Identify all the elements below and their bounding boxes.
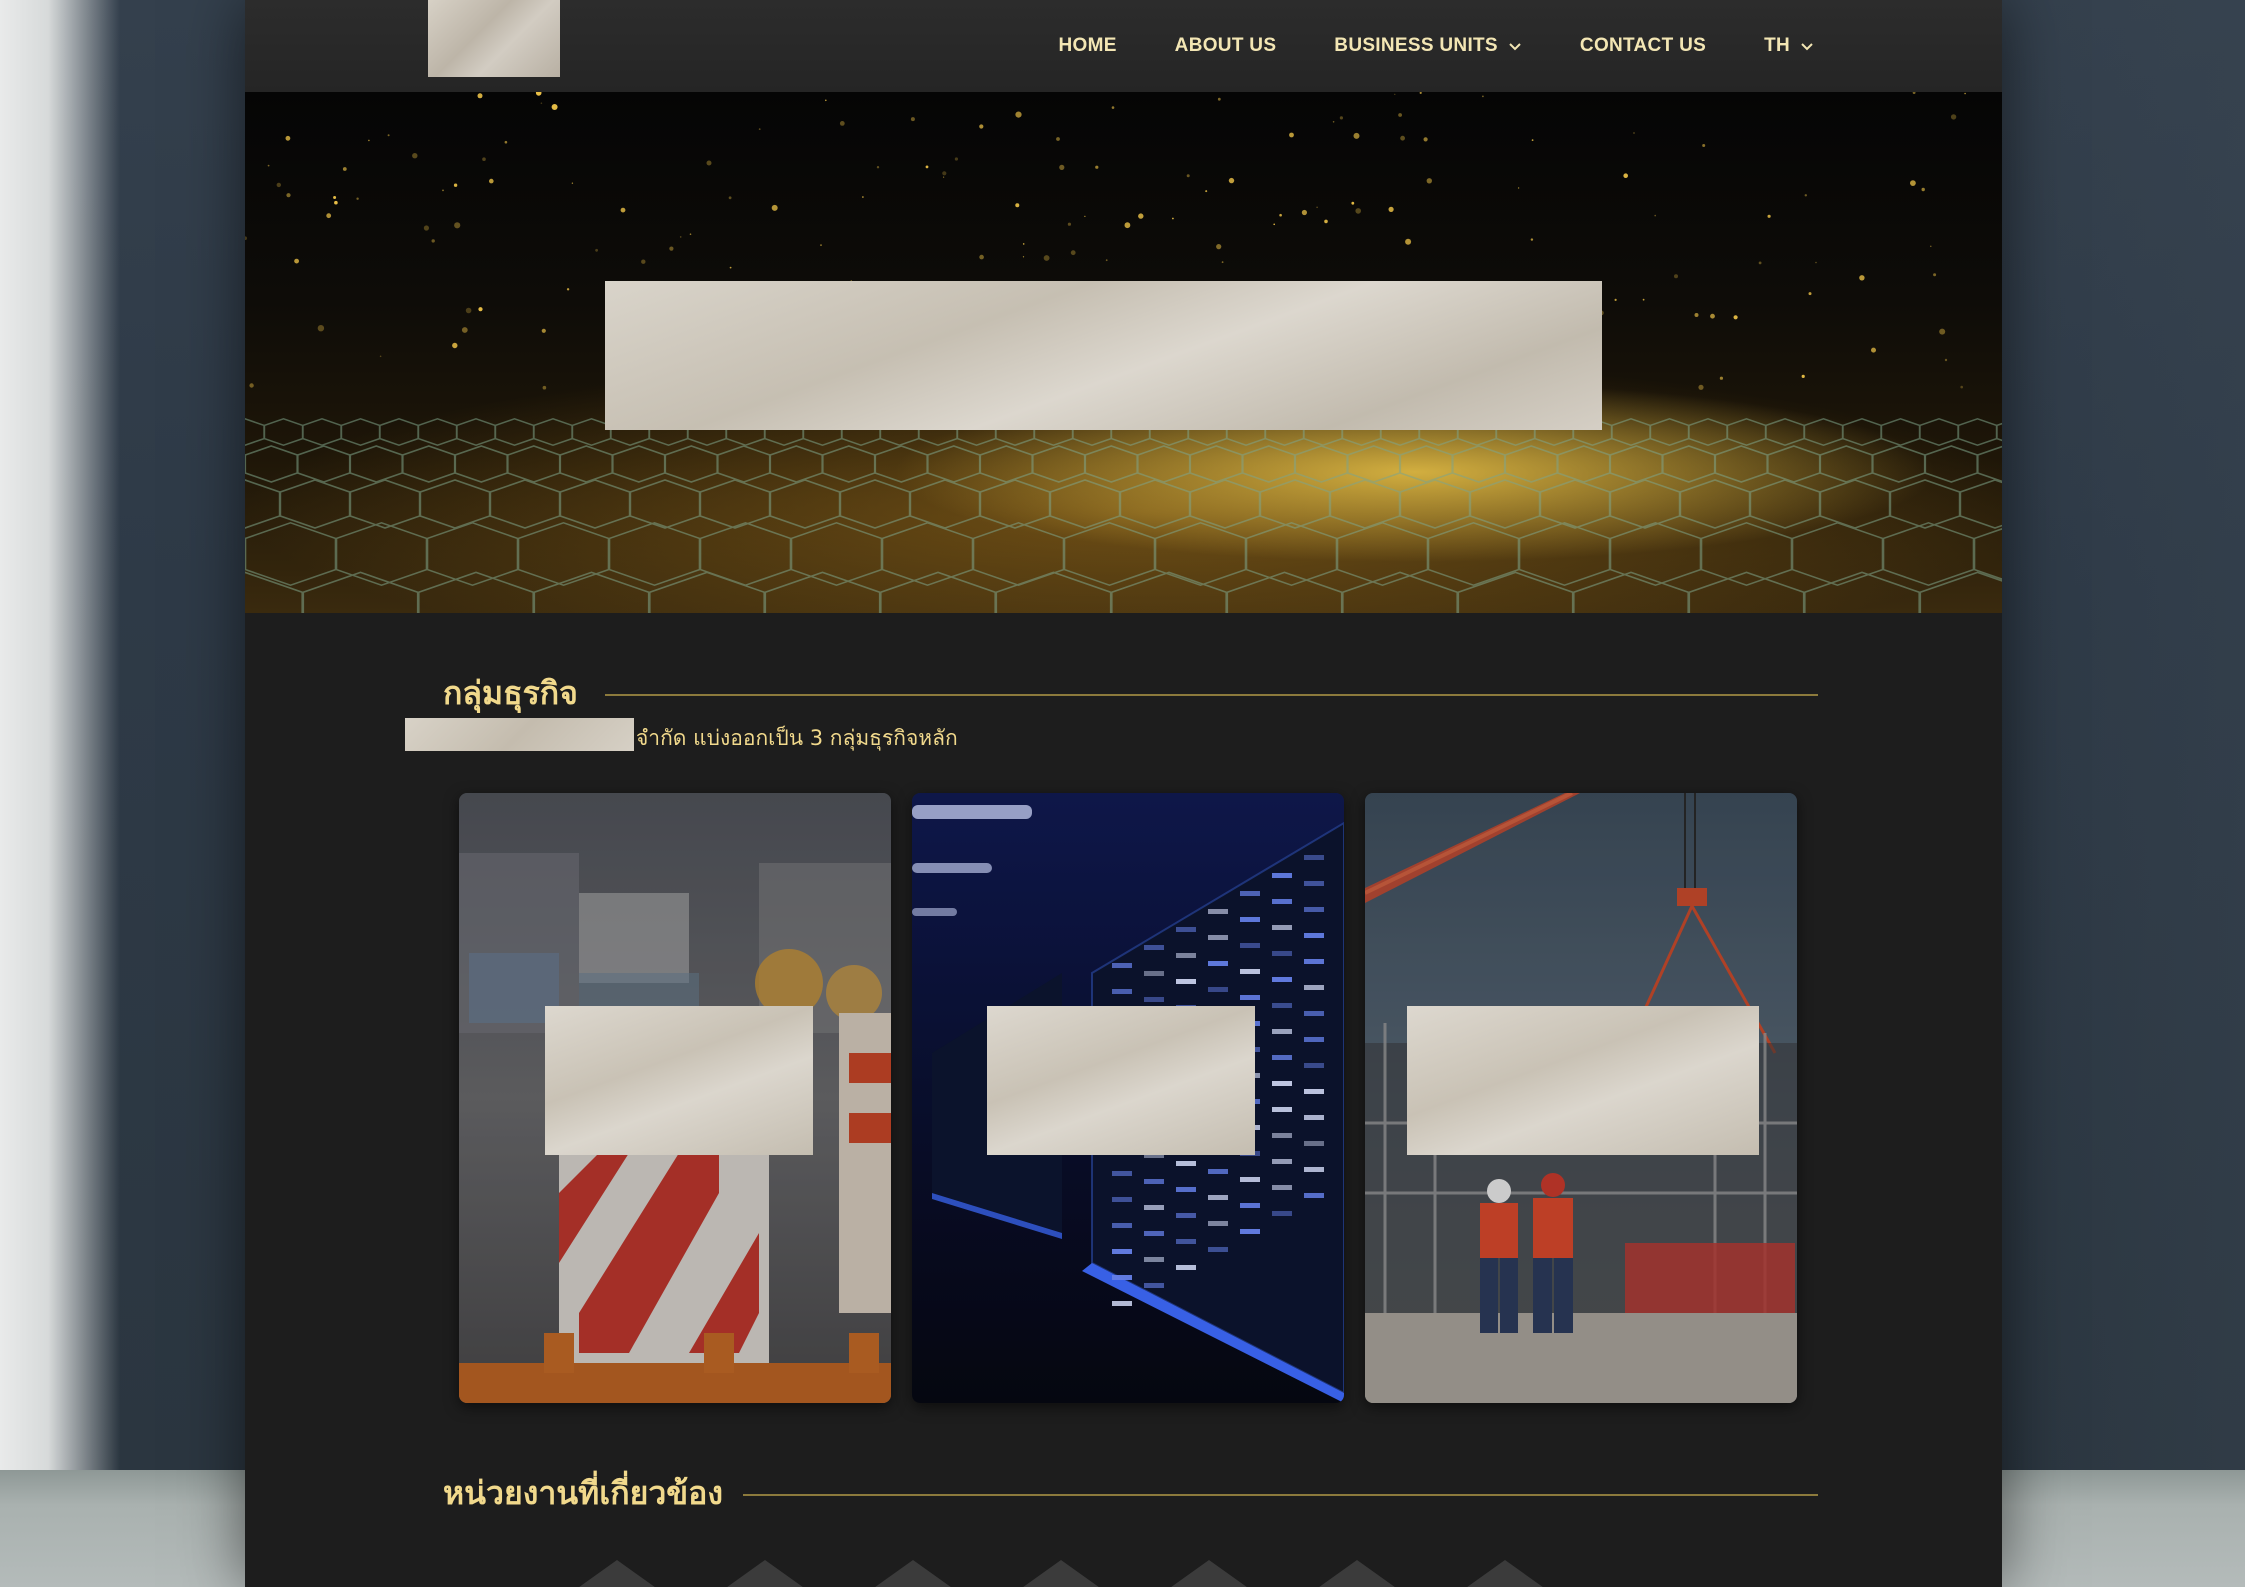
hero-title-redacted (605, 281, 1602, 430)
business-card-2-title-redacted (987, 1006, 1255, 1155)
web-page: HOME ABOUT US BUSINESS UNITS CONTACT US … (245, 0, 2002, 1587)
language-selector-label: TH (1764, 35, 1790, 56)
business-groups-intro: จำกัด แบ่งออกเป็น 3 กลุ่มธุรกิจหลัก (636, 726, 958, 750)
nav-home[interactable]: HOME (1058, 35, 1116, 57)
company-name-redacted (405, 718, 634, 751)
related-agencies-divider (743, 1494, 1818, 1496)
backdrop-right-edge (2000, 0, 2245, 1470)
partner-logo-placeholder (1463, 1560, 1547, 1587)
nav-menu: HOME ABOUT US BUSINESS UNITS CONTACT US … (1058, 0, 1814, 92)
nav-about-us[interactable]: ABOUT US (1175, 35, 1277, 57)
hero-banner (245, 92, 2002, 613)
nav-business-units-label: BUSINESS UNITS (1334, 35, 1498, 56)
language-selector[interactable]: TH (1764, 35, 1814, 57)
business-groups-heading: กลุ่มธุรกิจ (443, 674, 578, 712)
nav-contact-us-label: CONTACT US (1579, 35, 1707, 56)
related-agencies-heading: หน่วยงานที่เกี่ยวข้อง (443, 1474, 723, 1512)
business-card-2[interactable] (912, 793, 1344, 1403)
partner-logo-placeholder (1315, 1560, 1399, 1587)
top-navbar: HOME ABOUT US BUSINESS UNITS CONTACT US … (245, 0, 2002, 93)
partner-logo-placeholder (871, 1560, 955, 1587)
partner-logo-placeholder (1167, 1560, 1251, 1587)
partner-logos-row (575, 1560, 1575, 1587)
business-card-1[interactable] (459, 793, 891, 1403)
business-card-1-title-redacted (545, 1006, 813, 1155)
nav-about-us-label: ABOUT US (1174, 35, 1277, 56)
chevron-down-icon (1801, 43, 1813, 51)
business-groups-divider (605, 694, 1818, 696)
business-card-3[interactable] (1365, 793, 1797, 1403)
chevron-down-icon (1509, 43, 1521, 51)
backdrop-left-edge (0, 0, 120, 1587)
business-card-3-title-redacted (1407, 1006, 1759, 1155)
partner-logo-placeholder (723, 1560, 807, 1587)
nav-home-label: HOME (1058, 35, 1117, 56)
partner-logo-placeholder (575, 1560, 659, 1587)
nav-contact-us[interactable]: CONTACT US (1580, 35, 1706, 57)
site-logo[interactable] (428, 0, 560, 77)
partner-logo-placeholder (1019, 1560, 1103, 1587)
nav-business-units[interactable]: BUSINESS UNITS (1334, 35, 1522, 57)
